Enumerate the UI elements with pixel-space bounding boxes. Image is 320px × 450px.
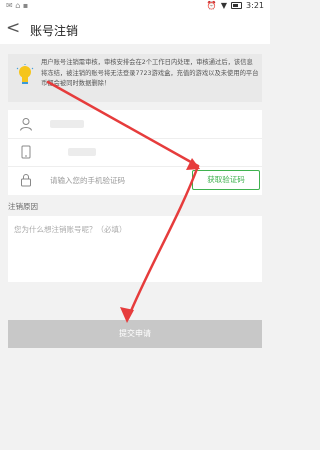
notification-icons: ✉ ⌂ ▪	[6, 1, 29, 10]
notice-text: 用户账号注销需审核，审核安排会在2个工作日内处理，审核通过后，该信息将冻结，被注…	[41, 59, 259, 87]
back-button[interactable]: <	[6, 18, 20, 38]
notice-banner: 用户账号注销需审核，审核安排会在2个工作日内处理，审核通过后，该信息将冻结，被注…	[8, 54, 262, 102]
get-code-button[interactable]: 获取验证码	[192, 170, 260, 190]
phone-icon	[21, 145, 31, 159]
code-input[interactable]: 请输入您的手机验证码	[50, 175, 125, 186]
phone-value-masked	[68, 148, 96, 156]
reason-label: 注销原因	[8, 202, 38, 211]
account-value-masked	[50, 120, 84, 128]
app-bar: < 账号注销	[0, 14, 270, 44]
lock-icon	[21, 174, 31, 187]
account-row	[8, 110, 262, 139]
wifi-icon: ▼	[220, 1, 228, 10]
reason-placeholder: 您为什么想注销账号呢？（必填）	[14, 225, 127, 234]
phone-row	[8, 138, 262, 167]
account-form: 请输入您的手机验证码 获取验证码	[8, 110, 262, 195]
battery-icon	[231, 2, 243, 9]
system-icons: ⏰ ▼ 3:21	[207, 1, 264, 10]
alarm-icon: ⏰	[206, 1, 217, 10]
user-icon	[20, 118, 32, 131]
page-title: 账号注销	[30, 24, 79, 38]
lightbulb-icon	[16, 64, 34, 84]
submit-button[interactable]: 提交申请	[8, 320, 262, 348]
status-bar: ✉ ⌂ ▪ ⏰ ▼ 3:21	[0, 0, 270, 14]
clock: 3:21	[246, 1, 264, 10]
reason-textarea[interactable]: 您为什么想注销账号呢？（必填）	[8, 216, 262, 282]
code-row: 请输入您的手机验证码 获取验证码	[8, 166, 262, 194]
